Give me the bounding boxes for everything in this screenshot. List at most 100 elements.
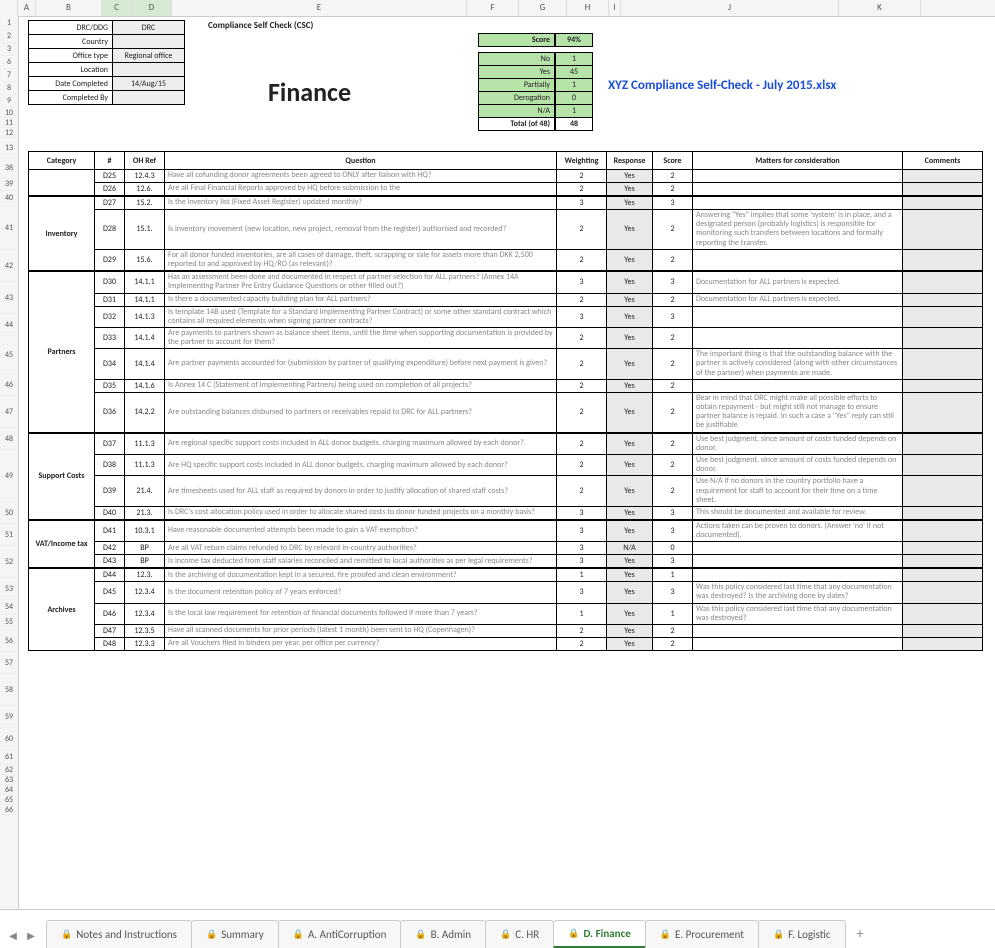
row-header-10[interactable]: 10 <box>0 108 18 118</box>
sheet-tab[interactable]: 🔒D. Finance <box>553 920 645 948</box>
comments-cell[interactable] <box>903 183 983 197</box>
row-header-46[interactable]: 46 <box>0 374 18 396</box>
row-header-8[interactable]: 8 <box>0 82 18 95</box>
response-cell[interactable]: Yes <box>607 476 653 507</box>
row-header-61[interactable]: 61 <box>0 750 18 765</box>
col-header-I[interactable]: I <box>609 0 621 16</box>
info-value[interactable]: 14/Aug/15 <box>113 77 185 91</box>
response-cell[interactable]: Yes <box>607 349 653 380</box>
comments-cell[interactable] <box>903 349 983 380</box>
row-header-65[interactable]: 65 <box>0 795 18 805</box>
response-cell[interactable]: Yes <box>607 555 653 569</box>
row-header-7[interactable]: 7 <box>0 69 18 82</box>
row-header-60[interactable]: 60 <box>0 728 18 750</box>
row-header-13[interactable]: 13 <box>0 138 18 158</box>
comments-cell[interactable] <box>903 568 983 582</box>
response-cell[interactable]: Yes <box>607 379 653 392</box>
comments-cell[interactable] <box>903 555 983 569</box>
info-value[interactable]: DRC <box>113 21 185 35</box>
comments-cell[interactable] <box>903 392 983 432</box>
response-cell[interactable]: Yes <box>607 520 653 542</box>
comments-cell[interactable] <box>903 638 983 651</box>
response-cell[interactable]: Yes <box>607 210 653 250</box>
tab-nav-next[interactable]: ▶ <box>24 928 38 942</box>
sheet-tab[interactable]: 🔒E. Procurement <box>645 920 759 948</box>
sheet-tab[interactable]: 🔒B. Admin <box>400 920 486 948</box>
row-header-62[interactable]: 62 <box>0 765 18 775</box>
row-header-11[interactable]: 11 <box>0 118 18 128</box>
row-header-58[interactable]: 58 <box>0 674 18 706</box>
row-header-47[interactable]: 47 <box>0 396 18 428</box>
row-header-39[interactable]: 39 <box>0 178 18 191</box>
comments-cell[interactable] <box>903 506 983 520</box>
response-cell[interactable]: Yes <box>607 293 653 306</box>
comments-cell[interactable] <box>903 379 983 392</box>
response-cell[interactable]: Yes <box>607 625 653 638</box>
response-cell[interactable]: Yes <box>607 170 653 183</box>
response-cell[interactable]: Yes <box>607 306 653 327</box>
info-value[interactable] <box>113 35 185 49</box>
col-header-C[interactable]: C <box>102 0 132 16</box>
response-cell[interactable]: Yes <box>607 271 653 293</box>
row-header-44[interactable]: 44 <box>0 314 18 336</box>
sheet-tab[interactable]: 🔒A. AntiCorruption <box>278 920 402 948</box>
tab-nav-first[interactable]: ◀ <box>6 928 20 942</box>
col-header-A[interactable]: A <box>18 0 36 16</box>
col-header-B[interactable]: B <box>36 0 102 16</box>
row-header-51[interactable]: 51 <box>0 524 18 546</box>
comments-cell[interactable] <box>903 306 983 327</box>
col-header-F[interactable]: F <box>467 0 519 16</box>
row-header-9[interactable]: 9 <box>0 95 18 108</box>
row-header-3[interactable]: 3 <box>0 43 18 56</box>
comments-cell[interactable] <box>903 249 983 271</box>
response-cell[interactable]: Yes <box>607 603 653 624</box>
comments-cell[interactable] <box>903 625 983 638</box>
comments-cell[interactable] <box>903 603 983 624</box>
comments-cell[interactable] <box>903 582 983 603</box>
row-header-42[interactable]: 42 <box>0 250 18 282</box>
response-cell[interactable]: Yes <box>607 506 653 520</box>
comments-cell[interactable] <box>903 210 983 250</box>
col-header-H[interactable]: H <box>567 0 609 16</box>
response-cell[interactable]: N/A <box>607 542 653 555</box>
sheet-tab[interactable]: 🔒Summary <box>191 920 279 948</box>
response-cell[interactable]: Yes <box>607 327 653 348</box>
row-header-55[interactable]: 55 <box>0 615 18 630</box>
comments-cell[interactable] <box>903 170 983 183</box>
add-sheet-button[interactable]: + <box>845 919 876 948</box>
response-cell[interactable]: Yes <box>607 638 653 651</box>
column-headers[interactable]: ABCDEFGHIJK <box>0 0 995 17</box>
row-header-57[interactable]: 57 <box>0 652 18 674</box>
row-header-48[interactable]: 48 <box>0 428 18 450</box>
response-cell[interactable]: Yes <box>607 568 653 582</box>
comments-cell[interactable] <box>903 196 983 210</box>
row-header-50[interactable]: 50 <box>0 502 18 524</box>
response-cell[interactable]: Yes <box>607 183 653 197</box>
row-headers[interactable]: 1236789101112133839404142434445464748495… <box>0 16 19 910</box>
row-header-66[interactable]: 66 <box>0 805 18 815</box>
info-value[interactable] <box>113 63 185 77</box>
sheet-tab[interactable]: 🔒F. Logistic <box>758 920 846 948</box>
col-header-D[interactable]: D <box>132 0 172 16</box>
col-header-G[interactable]: G <box>519 0 567 16</box>
row-header-6[interactable]: 6 <box>0 56 18 69</box>
comments-cell[interactable] <box>903 542 983 555</box>
row-header-56[interactable]: 56 <box>0 630 18 652</box>
row-header-53[interactable]: 53 <box>0 578 18 600</box>
comments-cell[interactable] <box>903 476 983 507</box>
comments-cell[interactable] <box>903 454 983 475</box>
response-cell[interactable]: Yes <box>607 433 653 455</box>
info-value[interactable] <box>113 91 185 105</box>
response-cell[interactable]: Yes <box>607 392 653 432</box>
row-header-43[interactable]: 43 <box>0 282 18 314</box>
response-cell[interactable]: Yes <box>607 249 653 271</box>
row-header-49[interactable]: 49 <box>0 450 18 502</box>
row-header-12[interactable]: 12 <box>0 128 18 138</box>
sheet-tab[interactable]: 🔒C. HR <box>485 920 554 948</box>
row-header-38[interactable]: 38 <box>0 158 18 178</box>
comments-cell[interactable] <box>903 271 983 293</box>
row-header-54[interactable]: 54 <box>0 600 18 615</box>
row-header-59[interactable]: 59 <box>0 706 18 728</box>
response-cell[interactable]: Yes <box>607 454 653 475</box>
row-header-41[interactable]: 41 <box>0 206 18 250</box>
